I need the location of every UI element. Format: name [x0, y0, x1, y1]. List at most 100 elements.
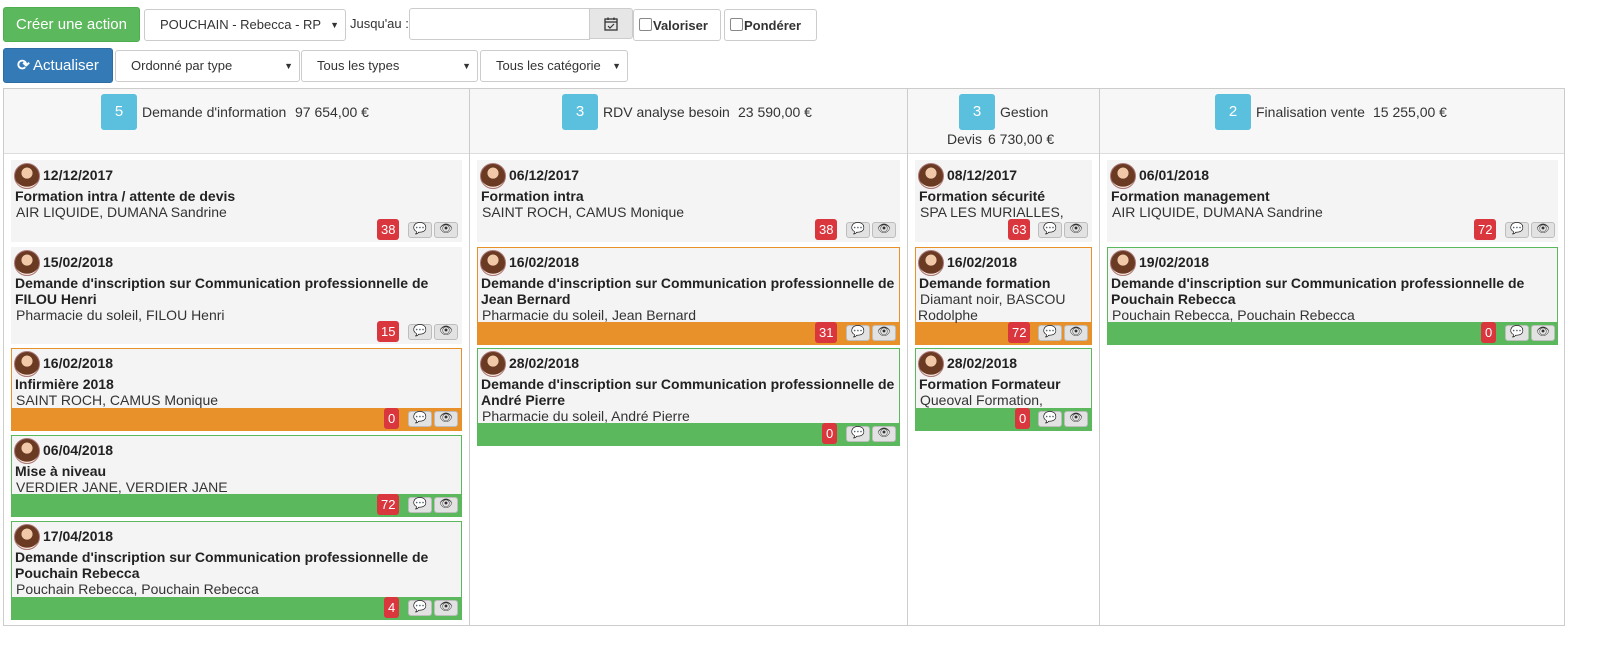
comment-button[interactable]: 💬: [1038, 222, 1062, 238]
view-button[interactable]: 👁: [1064, 222, 1088, 238]
comment-button[interactable]: 💬: [1505, 325, 1529, 341]
avatar: [918, 250, 944, 276]
avatar: [14, 438, 40, 464]
user-select-value: POUCHAIN - Rebecca - RP: [160, 17, 322, 32]
action-card[interactable]: 16/02/2018 Demande d'inscription sur Com…: [477, 247, 900, 345]
column-finalisation-vente: 2 Finalisation vente 15 255,00 € 06/01/2…: [1100, 89, 1564, 625]
chevron-down-icon: ▼: [462, 61, 471, 71]
comment-button[interactable]: 💬: [408, 222, 432, 238]
card-date: 16/02/2018: [43, 355, 114, 371]
avatar: [1110, 163, 1136, 189]
days-badge: 72: [377, 494, 400, 515]
days-badge: 63: [1008, 219, 1031, 240]
card-date: 12/12/2017: [43, 167, 114, 183]
avatar: [14, 524, 40, 550]
column-subtitle: Devis: [947, 131, 983, 147]
comment-button[interactable]: 💬: [846, 222, 870, 238]
action-card[interactable]: 19/02/2018 Demande d'inscription sur Com…: [1107, 247, 1558, 345]
card-title: Formation intra: [481, 188, 584, 204]
comment-button[interactable]: 💬: [1505, 222, 1529, 238]
view-button[interactable]: 👁: [1531, 222, 1555, 238]
action-card[interactable]: 08/12/2017 Formation sécurité SPA LES MU…: [915, 160, 1092, 242]
card-subtitle: Pouchain Rebecca, Pouchain Rebecca: [1112, 307, 1355, 323]
categories-select-value: Tous les catégorie: [496, 58, 601, 73]
chevron-down-icon: ▼: [284, 61, 293, 71]
categories-select[interactable]: Tous les catégorie ▼: [480, 50, 628, 82]
view-button[interactable]: 👁: [1064, 325, 1088, 341]
calendar-button[interactable]: [589, 8, 633, 39]
action-card[interactable]: 16/02/2018 Demande formation Diamant noi…: [915, 247, 1092, 345]
refresh-button[interactable]: ⟳ Actualiser: [3, 48, 113, 83]
card-subtitle: SPA LES MURIALLES,: [920, 204, 1064, 220]
refresh-icon: ⟳: [17, 57, 30, 74]
create-action-button[interactable]: Créer une action: [3, 7, 140, 42]
days-badge: 72: [1008, 322, 1031, 343]
days-badge: 4: [384, 597, 400, 618]
order-select[interactable]: Ordonné par type ▼: [115, 50, 300, 82]
comment-button[interactable]: 💬: [846, 426, 870, 442]
view-button[interactable]: 👁: [1064, 411, 1088, 427]
column-gestion-devis: 3 Gestion Devis 6 730,00 € 08/12/2017 Fo…: [908, 89, 1100, 625]
days-badge: 0: [822, 423, 838, 444]
comment-button[interactable]: 💬: [408, 497, 432, 513]
avatar: [14, 250, 40, 276]
column-title: Finalisation vente: [1256, 104, 1365, 120]
action-card[interactable]: 15/02/2018 Demande d'inscription sur Com…: [11, 247, 462, 344]
comment-button[interactable]: 💬: [1038, 411, 1062, 427]
card-subtitle: SAINT ROCH, CAMUS Monique: [16, 392, 219, 408]
card-title: Demande d'inscription sur Communication …: [481, 376, 895, 408]
view-button[interactable]: 👁: [872, 426, 896, 442]
view-button[interactable]: 👁: [434, 324, 458, 340]
ponderer-checkbox[interactable]: [730, 18, 743, 31]
card-subtitle: Diamant noir, BASCOU: [920, 291, 1066, 307]
user-select[interactable]: POUCHAIN - Rebecca - RP ▼: [144, 9, 346, 41]
action-card[interactable]: 06/04/2018 Mise à niveau VERDIER JANE, V…: [11, 435, 462, 517]
refresh-label: Actualiser: [33, 57, 99, 74]
card-title: Demande d'inscription sur Communication …: [15, 275, 429, 307]
column-header: 5 Demande d'information 97 654,00 €: [4, 89, 469, 154]
until-date-input[interactable]: [409, 8, 590, 40]
comment-button[interactable]: 💬: [408, 411, 432, 427]
days-badge: 0: [1015, 408, 1031, 429]
column-amount: 23 590,00 €: [738, 104, 812, 120]
column-amount: 6 730,00 €: [988, 131, 1055, 147]
view-button[interactable]: 👁: [434, 222, 458, 238]
action-card[interactable]: 06/12/2017 Formation intra SAINT ROCH, C…: [477, 160, 900, 242]
card-date: 06/12/2017: [509, 167, 580, 183]
action-card[interactable]: 16/02/2018 Infirmière 2018 SAINT ROCH, C…: [11, 348, 462, 431]
avatar: [480, 250, 506, 276]
column-title: Demande d'information: [142, 104, 287, 120]
view-button[interactable]: 👁: [434, 411, 458, 427]
days-badge: 15: [377, 321, 400, 342]
action-card[interactable]: 28/02/2018 Formation Formateur Queoval F…: [915, 348, 1092, 431]
chevron-down-icon: ▼: [330, 20, 339, 30]
types-select[interactable]: Tous les types ▼: [301, 50, 478, 82]
valoriser-checkbox[interactable]: [639, 18, 652, 31]
avatar: [918, 163, 944, 189]
days-badge: 38: [377, 219, 400, 240]
view-button[interactable]: 👁: [1531, 325, 1555, 341]
column-amount: 15 255,00 €: [1373, 104, 1447, 120]
action-card[interactable]: 28/02/2018 Demande d'inscription sur Com…: [477, 348, 900, 446]
view-button[interactable]: 👁: [872, 325, 896, 341]
view-button[interactable]: 👁: [434, 497, 458, 513]
comment-button[interactable]: 💬: [408, 324, 432, 340]
action-card[interactable]: 06/01/2018 Formation management AIR LIQU…: [1107, 160, 1558, 242]
comment-button[interactable]: 💬: [408, 600, 432, 616]
valoriser-toggle[interactable]: Valoriser: [633, 9, 721, 41]
column-count-badge: 3: [562, 94, 598, 130]
action-card[interactable]: 17/04/2018 Demande d'inscription sur Com…: [11, 521, 462, 620]
action-card[interactable]: 12/12/2017 Formation intra / attente de …: [11, 160, 462, 242]
ponderer-toggle[interactable]: Pondérer: [724, 9, 817, 41]
view-button[interactable]: 👁: [434, 600, 458, 616]
comment-button[interactable]: 💬: [846, 325, 870, 341]
view-button[interactable]: 👁: [872, 222, 896, 238]
comment-button[interactable]: 💬: [1038, 325, 1062, 341]
card-subtitle: AIR LIQUIDE, DUMANA Sandrine: [16, 204, 227, 220]
avatar: [14, 163, 40, 189]
days-badge: 72: [1474, 219, 1497, 240]
card-date: 17/04/2018: [43, 528, 114, 544]
card-date: 19/02/2018: [1139, 254, 1210, 270]
card-subtitle: AIR LIQUIDE, DUMANA Sandrine: [1112, 204, 1323, 220]
avatar: [480, 163, 506, 189]
